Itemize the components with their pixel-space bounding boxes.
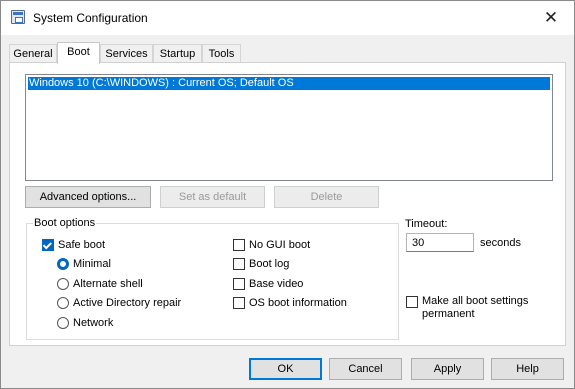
radio-icon	[57, 317, 69, 329]
active-directory-repair-radio[interactable]: Active Directory repair	[57, 296, 181, 310]
checkbox-checked-icon	[42, 239, 54, 251]
tab-startup[interactable]: Startup	[153, 44, 202, 63]
radio-icon	[57, 278, 69, 290]
timeout-input[interactable]	[406, 233, 474, 252]
tab-tools[interactable]: Tools	[202, 44, 241, 63]
active-directory-repair-label: Active Directory repair	[73, 297, 182, 309]
system-configuration-window: System Configuration ✕ General Boot Serv…	[0, 0, 575, 389]
radio-selected-icon	[57, 258, 69, 270]
checkbox-icon	[233, 278, 245, 290]
boot-options-group: Boot options Safe boot Minimal Alternate…	[26, 217, 399, 340]
title-bar: System Configuration ✕	[1, 1, 574, 35]
safe-boot-checkbox[interactable]: Safe boot	[42, 238, 105, 252]
base-video-label: Base video	[249, 278, 304, 290]
safe-boot-label: Safe boot	[58, 239, 106, 251]
timeout-label: Timeout:	[405, 218, 448, 230]
help-button[interactable]: Help	[491, 358, 564, 380]
network-label: Network	[73, 317, 114, 329]
checkbox-icon	[406, 296, 418, 308]
alternate-shell-label: Alternate shell	[73, 278, 143, 290]
minimal-radio[interactable]: Minimal	[57, 257, 111, 271]
make-permanent-label: Make all boot settings permanent	[422, 295, 528, 321]
boot-tab-panel: Windows 10 (C:\WINDOWS) : Current OS; De…	[9, 62, 566, 346]
set-as-default-button[interactable]: Set as default	[160, 186, 265, 208]
boot-options-label: Boot options	[33, 217, 97, 229]
os-list-item[interactable]: Windows 10 (C:\WINDOWS) : Current OS; De…	[28, 77, 550, 90]
ok-button[interactable]: OK	[249, 358, 322, 380]
minimal-label: Minimal	[73, 258, 111, 270]
radio-icon	[57, 297, 69, 309]
system-configuration-icon	[11, 10, 25, 24]
tab-services[interactable]: Services	[100, 44, 153, 63]
apply-button[interactable]: Apply	[411, 358, 484, 380]
boot-log-checkbox[interactable]: Boot log	[233, 257, 289, 271]
no-gui-boot-label: No GUI boot	[249, 239, 311, 251]
cancel-button[interactable]: Cancel	[329, 358, 402, 380]
checkbox-icon	[233, 258, 245, 270]
no-gui-boot-checkbox[interactable]: No GUI boot	[233, 238, 310, 252]
base-video-checkbox[interactable]: Base video	[233, 277, 303, 291]
window-title: System Configuration	[33, 11, 148, 25]
timeout-unit-label: seconds	[480, 237, 521, 249]
make-permanent-label-line2: permanent	[422, 308, 475, 320]
alternate-shell-radio[interactable]: Alternate shell	[57, 277, 143, 291]
network-radio[interactable]: Network	[57, 316, 113, 330]
advanced-options-button[interactable]: Advanced options...	[25, 186, 151, 208]
os-list[interactable]: Windows 10 (C:\WINDOWS) : Current OS; De…	[25, 74, 553, 181]
close-button[interactable]: ✕	[528, 1, 574, 35]
checkbox-icon	[233, 239, 245, 251]
make-permanent-checkbox[interactable]: Make all boot settings permanent	[406, 295, 528, 323]
make-permanent-label-line1: Make all boot settings	[422, 295, 529, 307]
delete-button[interactable]: Delete	[274, 186, 379, 208]
os-boot-information-checkbox[interactable]: OS boot information	[233, 296, 347, 310]
boot-log-label: Boot log	[249, 258, 290, 270]
close-icon: ✕	[543, 8, 559, 27]
os-boot-information-label: OS boot information	[249, 297, 347, 309]
checkbox-icon	[233, 297, 245, 309]
tab-general[interactable]: General	[9, 44, 57, 63]
tab-boot[interactable]: Boot	[57, 42, 100, 64]
